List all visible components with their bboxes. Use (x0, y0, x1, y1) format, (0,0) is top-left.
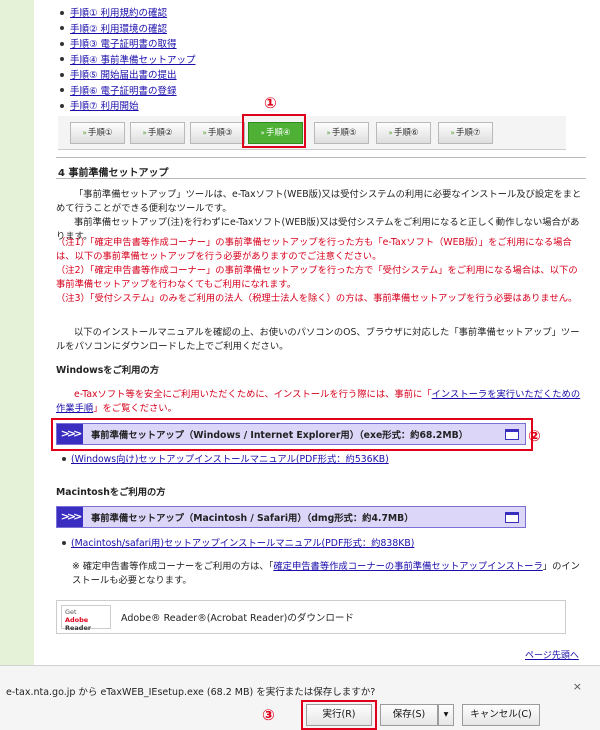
save-dropdown-button[interactable]: ▾ (438, 704, 454, 726)
tab-step-3[interactable]: »手順③ (190, 122, 245, 144)
windows-warning: e-Taxソフト等を安全にご利用いただくために、インストールを行う際には、事前に… (56, 389, 581, 414)
tab-step-2[interactable]: »手順② (130, 122, 185, 144)
divider (56, 178, 586, 179)
step-list-item[interactable]: 手順① 利用規約の確認 (58, 6, 196, 22)
windows-manual-item[interactable]: (Windows向け)セットアップインストールマニュアル(PDF形式：約536K… (62, 453, 592, 467)
step-list: 手順① 利用規約の確認 手順② 利用環境の確認 手順③ 電子証明書の取得 手順④… (58, 6, 196, 115)
step-list-item[interactable]: 手順② 利用環境の確認 (58, 22, 196, 38)
mac-heading: Macintoshをご利用の方 (56, 487, 166, 498)
annotation-marker-1: ① (264, 94, 277, 112)
cancel-button[interactable]: キャンセル(C) (462, 704, 540, 726)
tab-step-1[interactable]: »手順① (70, 122, 125, 144)
annotation-marker-3: ③ (262, 706, 275, 724)
highlight-box-tab (242, 114, 306, 148)
step-tab-bar: »手順① »手順② »手順③ »手順④ »手順⑤ »手順⑥ »手順⑦ (58, 116, 566, 150)
mac-manual-item[interactable]: (Macintosh/safari用)セットアップインストールマニュアル(PDF… (62, 537, 592, 551)
download-notification-bar: e-tax.nta.go.jp から eTaxWEB_IEsetup.exe (… (0, 665, 600, 730)
annotation-marker-2: ② (528, 427, 541, 445)
double-arrow-icon: >>> (57, 507, 83, 527)
step-list-item[interactable]: 手順③ 電子証明書の取得 (58, 37, 196, 53)
tab-step-6[interactable]: »手順⑥ (376, 122, 431, 144)
adobe-reader-logo[interactable]: Get Adobe Reader (61, 605, 111, 632)
step-list-item[interactable]: 手順④ 事前準備セットアップ (58, 53, 196, 69)
main-content: 手順① 利用規約の確認 手順② 利用環境の確認 手順③ 電子証明書の取得 手順④… (34, 0, 600, 665)
download-message: e-tax.nta.go.jp から eTaxWEB_IEsetup.exe (… (6, 687, 376, 698)
save-button[interactable]: 保存(S) (380, 704, 438, 726)
corner-installer-link[interactable]: 確定申告書等作成コーナーの事前準備セットアップインストーラ (273, 561, 542, 572)
new-window-icon (505, 511, 519, 523)
highlight-box-run (301, 700, 377, 730)
left-green-strip (0, 0, 34, 665)
notes-block: （注1）「確定申告書等作成コーナー」の事前準備セットアップを行った方も「e-Ta… (56, 237, 578, 304)
instructions-paragraph: 以下のインストールマニュアルを確認の上、お使いのパソコンのOS、ブラウザに対応し… (56, 327, 580, 352)
tab-step-5[interactable]: »手順⑤ (314, 122, 369, 144)
step-list-item[interactable]: 手順⑤ 開始届出書の提出 (58, 68, 196, 84)
page-top-link[interactable]: ページ先頭へ (525, 648, 579, 661)
step-list-item[interactable]: 手順⑦ 利用開始 (58, 99, 196, 115)
divider (56, 157, 586, 158)
windows-heading: Windowsをご利用の方 (56, 365, 160, 376)
adobe-reader-box: Get Adobe Reader Adobe® Reader®(Acrobat … (56, 600, 566, 634)
mac-download-button[interactable]: >>> 事前準備セットアップ（Macintosh / Safari用）（dmg形… (56, 506, 526, 528)
close-icon[interactable]: × (573, 680, 582, 693)
step-list-item[interactable]: 手順⑥ 電子証明書の登録 (58, 84, 196, 100)
mac-note: ※ 確定申告書等作成コーナーをご利用の方は、「確定申告書等作成コーナーの事前準備… (72, 561, 580, 586)
section-heading: 4 事前準備セットアップ (58, 168, 169, 179)
highlight-box-download (51, 418, 533, 451)
tab-step-7[interactable]: »手順⑦ (438, 122, 493, 144)
adobe-reader-text: Adobe® Reader®(Acrobat Reader)のダウンロード (121, 613, 354, 624)
